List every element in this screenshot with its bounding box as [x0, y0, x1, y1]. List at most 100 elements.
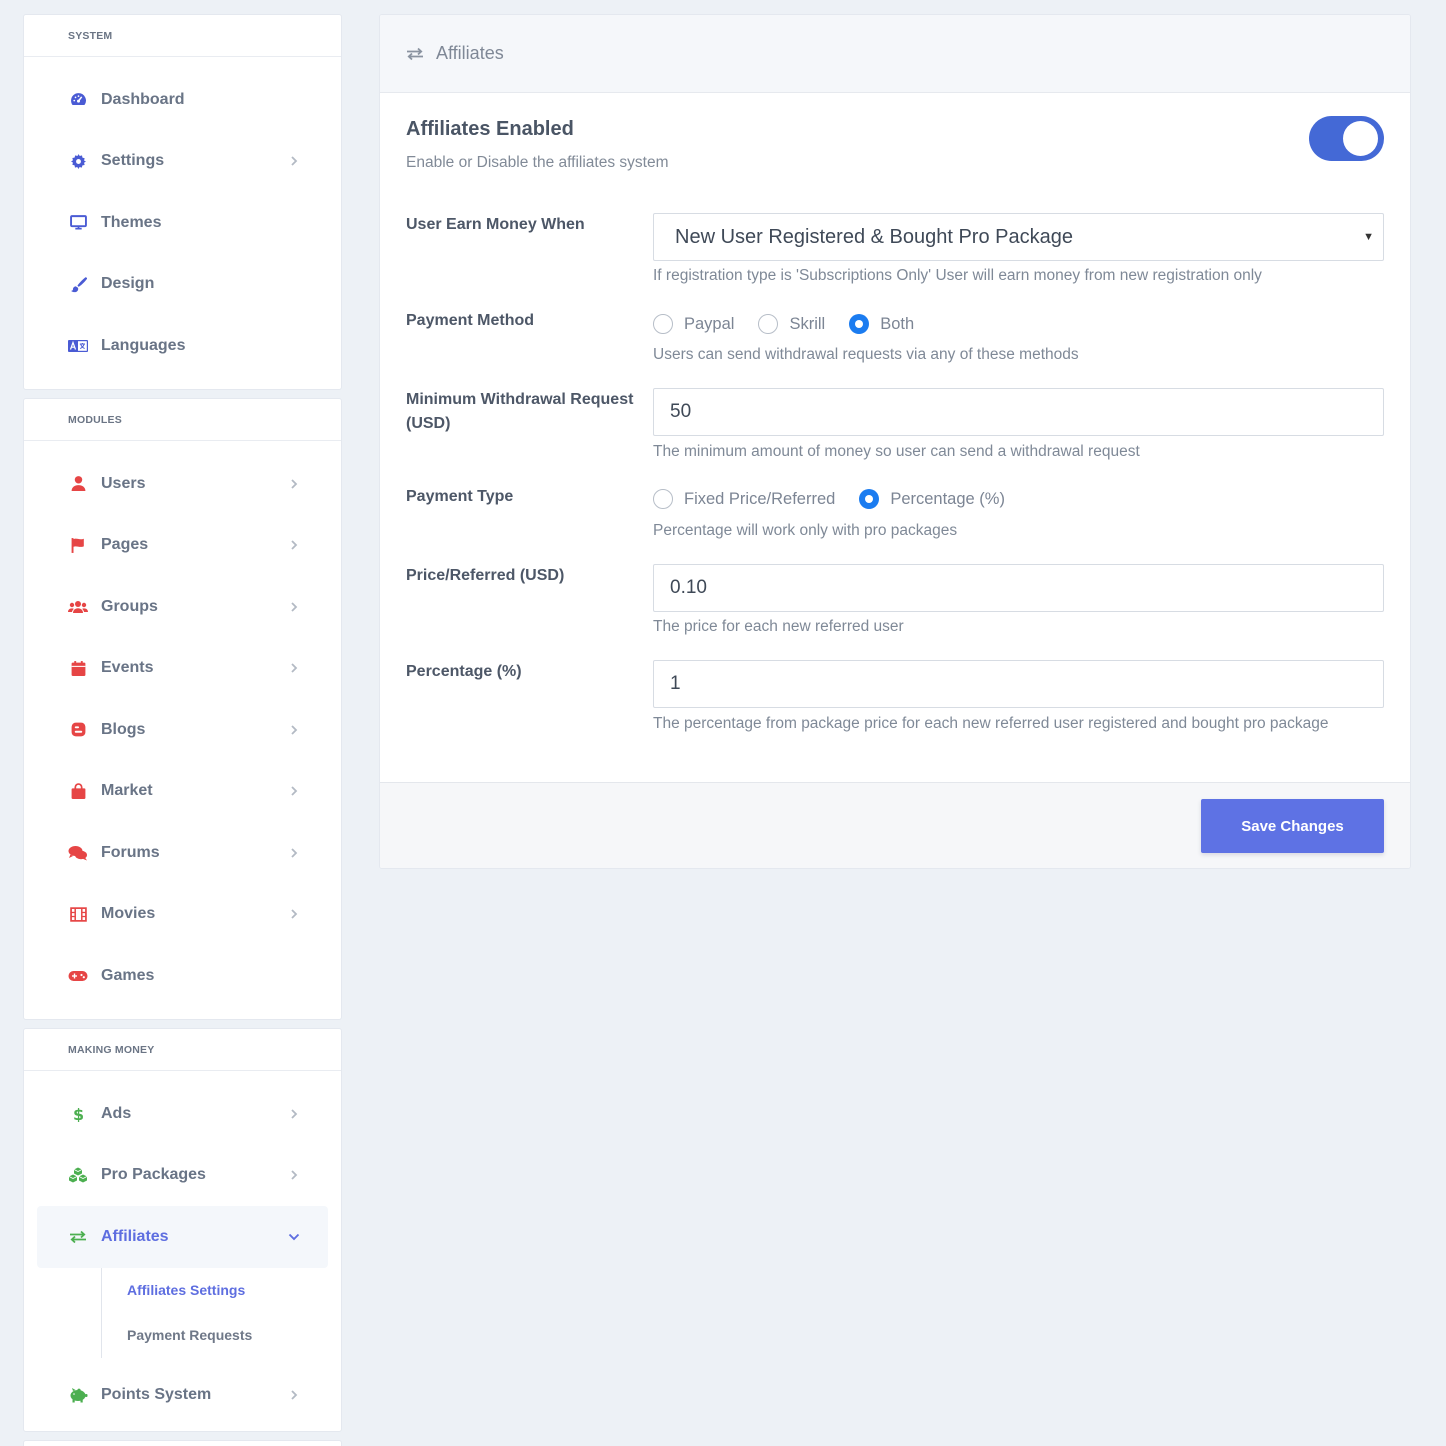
earn-money-help: If registration type is 'Subscriptions O… — [653, 267, 1262, 284]
radio-circle — [653, 489, 673, 509]
chevron-right-icon — [288, 785, 300, 797]
earn-money-label: User Earn Money When — [406, 216, 585, 233]
film-icon — [68, 904, 88, 924]
svg-text:$: $ — [72, 1105, 83, 1122]
sidebar-item-users[interactable]: Users — [37, 453, 328, 515]
radio-label: Percentage (%) — [890, 489, 1005, 508]
payment-method-label: Payment Method — [406, 312, 535, 329]
sidebar-item-points-system[interactable]: Points System — [37, 1365, 328, 1427]
sidebar-item-label: Pro Packages — [101, 1166, 206, 1184]
earn-money-select[interactable]: New User Registered & Bought Pro Package… — [653, 213, 1384, 261]
radio-label: Skrill — [789, 314, 826, 333]
submenu-affiliates-settings[interactable]: Affiliates Settings — [101, 1268, 341, 1313]
sidebar-item-movies[interactable]: Movies — [37, 884, 328, 946]
sidebar-item-ads[interactable]: $ Ads — [37, 1083, 328, 1145]
radio-skrill[interactable]: Skrill — [758, 314, 825, 334]
sidebar-item-label: Pages — [101, 536, 149, 554]
caret-down-icon: ▼ — [1363, 231, 1374, 243]
percentage-label: Percentage (%) — [406, 663, 522, 680]
percentage-help: The percentage from package price for ea… — [653, 715, 1329, 732]
sidebar-item-groups[interactable]: Groups — [37, 576, 328, 638]
radio-paypal[interactable]: Paypal — [653, 314, 734, 334]
sidebar-item-label: Market — [101, 782, 153, 800]
calendar-icon — [68, 658, 88, 678]
sidebar-item-forums[interactable]: Forums — [37, 822, 328, 884]
sidebar-item-affiliates[interactable]: Affiliates — [37, 1206, 328, 1268]
price-referred-input[interactable]: 0.10 — [653, 564, 1384, 612]
chevron-right-icon — [288, 1169, 300, 1181]
dollar-icon: $ — [68, 1104, 88, 1124]
radio-percentage[interactable]: Percentage (%) — [859, 489, 1005, 509]
chevron-right-icon — [288, 847, 300, 859]
submenu-payment-requests[interactable]: Payment Requests — [101, 1313, 341, 1358]
sidebar-item-label: Affiliates — [101, 1227, 169, 1245]
exchange-icon — [68, 1227, 88, 1247]
payment-method-radio-group: Paypal Skrill Both — [653, 312, 1384, 336]
save-changes-button[interactable]: Save Changes — [1201, 799, 1384, 853]
sidebar-item-label: Groups — [101, 597, 158, 615]
piggy-bank-icon — [68, 1385, 88, 1405]
user-icon — [68, 474, 88, 494]
sidebar-item-dashboard[interactable]: Dashboard — [37, 69, 328, 131]
card-footer: Save Changes — [380, 782, 1410, 868]
card-header: Affiliates — [380, 15, 1410, 93]
min-withdrawal-help: The minimum amount of money so user can … — [653, 443, 1140, 460]
radio-both[interactable]: Both — [849, 314, 914, 334]
exchange-icon — [406, 45, 424, 63]
gauge-icon — [68, 90, 88, 110]
sidebar-next-section — [23, 1440, 342, 1446]
sidebar-item-label: Languages — [101, 336, 186, 354]
radio-circle — [758, 314, 779, 334]
card-title: Affiliates — [436, 43, 504, 63]
sidebar-item-design[interactable]: Design — [37, 254, 328, 316]
sidebar-item-settings[interactable]: Settings — [37, 131, 328, 193]
sidebar-item-pages[interactable]: Pages — [37, 515, 328, 577]
sidebar-item-pro-packages[interactable]: Pro Packages — [37, 1145, 328, 1207]
earn-money-selected-value: New User Registered & Bought Pro Package — [675, 225, 1073, 248]
radio-fixed-price[interactable]: Fixed Price/Referred — [653, 489, 835, 509]
min-withdrawal-input[interactable]: 50 — [653, 388, 1384, 436]
toggle-knob — [1343, 121, 1378, 156]
chevron-right-icon — [288, 478, 300, 490]
sidebar-item-games[interactable]: Games — [37, 945, 328, 1007]
chevron-down-icon — [288, 1231, 300, 1243]
radio-label: Paypal — [684, 314, 735, 333]
affiliates-enabled-toggle[interactable] — [1309, 116, 1384, 161]
chevron-right-icon — [288, 155, 300, 167]
radio-circle — [859, 489, 880, 509]
cubes-icon — [68, 1165, 88, 1185]
sidebar-item-label: Dashboard — [101, 90, 185, 108]
section-title: MAKING MONEY — [24, 1029, 341, 1071]
sidebar-item-events[interactable]: Events — [37, 638, 328, 700]
sidebar-item-themes[interactable]: Themes — [37, 192, 328, 254]
sidebar-item-market[interactable]: Market — [37, 761, 328, 823]
sidebar-item-languages[interactable]: Languages — [37, 315, 328, 377]
radio-label: Fixed Price/Referred — [684, 489, 836, 508]
sidebar-money-section: MAKING MONEY $ Ads Pro Packages Affiliat… — [23, 1028, 342, 1432]
payment-method-help: Users can send withdrawal requests via a… — [653, 346, 1079, 363]
sidebar-system-section: SYSTEM Dashboard Settings Themes Design … — [23, 14, 342, 390]
percentage-input[interactable]: 1 — [653, 660, 1384, 708]
chevron-right-icon — [288, 724, 300, 736]
payment-type-radio-group: Fixed Price/Referred Percentage (%) — [653, 487, 1384, 511]
blogger-icon — [68, 720, 88, 740]
chevron-right-icon — [288, 601, 300, 613]
language-icon — [68, 336, 88, 356]
sidebar-item-label: Games — [101, 966, 155, 984]
chevron-right-icon — [288, 908, 300, 920]
flag-icon — [68, 535, 88, 555]
paintbrush-icon — [68, 274, 88, 294]
affiliates-settings-card: Affiliates Affiliates Enabled Enable or … — [379, 14, 1411, 869]
sidebar-item-label: Forums — [101, 843, 160, 861]
monitor-icon — [68, 213, 88, 233]
affiliates-enabled-title: Affiliates Enabled — [406, 118, 574, 140]
gear-icon — [68, 151, 88, 171]
affiliates-enabled-description: Enable or Disable the affiliates system — [406, 154, 669, 171]
radio-circle — [653, 314, 673, 334]
users-group-icon — [68, 597, 88, 617]
chevron-right-icon — [288, 1389, 300, 1401]
sidebar-item-label: Blogs — [101, 720, 146, 738]
shopping-bag-icon — [68, 781, 88, 801]
sidebar-item-blogs[interactable]: Blogs — [37, 699, 328, 761]
payment-type-help: Percentage will work only with pro packa… — [653, 522, 958, 539]
